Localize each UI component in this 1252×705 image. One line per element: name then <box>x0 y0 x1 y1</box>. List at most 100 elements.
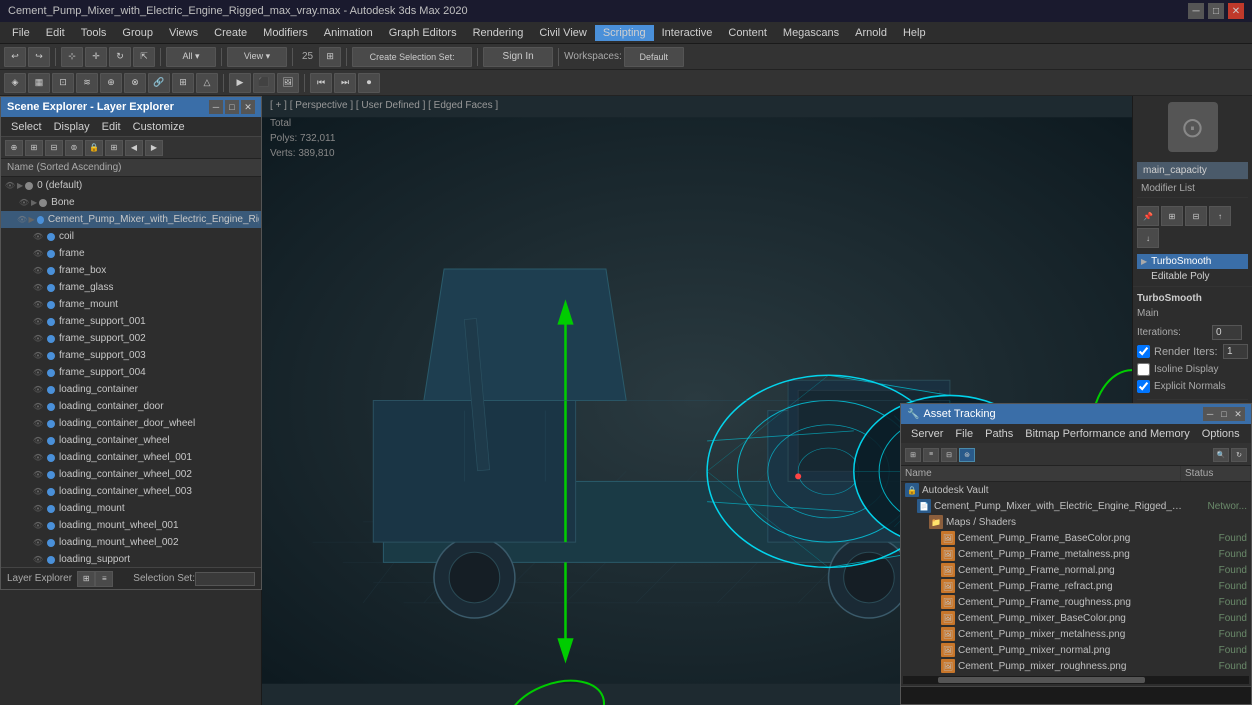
asset-close-btn[interactable]: ✕ <box>1231 407 1245 421</box>
visibility-icon[interactable]: 👁 <box>31 334 45 343</box>
scene-explorer-row[interactable]: 👁▶0 (default) <box>1 177 261 194</box>
visibility-icon[interactable]: 👁 <box>31 470 45 479</box>
tb2-btn8[interactable]: ⊞ <box>172 73 194 93</box>
visibility-icon[interactable]: 👁 <box>17 198 31 207</box>
menu-item-megascans[interactable]: Megascans <box>775 25 847 41</box>
render-iters-checkbox[interactable] <box>1137 345 1150 358</box>
se-menu-display[interactable]: Display <box>48 119 96 135</box>
menu-item-scripting[interactable]: Scripting <box>595 25 654 41</box>
tb2-btn4[interactable]: ≋ <box>76 73 98 93</box>
tb2-btn1[interactable]: ◈ <box>4 73 26 93</box>
asset-menu-server[interactable]: Server <box>905 426 949 442</box>
asset-scrollbar[interactable] <box>903 676 1249 684</box>
asset-row[interactable]: 🖼Cement_Pump_Frame_BaseColor.pngFound <box>901 530 1251 546</box>
tb2-btn7[interactable]: 🔗 <box>148 73 170 93</box>
asset-row[interactable]: 🖼Cement_Pump_mixer_normal.pngFound <box>901 642 1251 658</box>
asset-row[interactable]: 🖼Cement_Pump_mixer_metalness.pngFound <box>901 626 1251 642</box>
close-button[interactable]: ✕ <box>1228 3 1244 19</box>
menu-item-help[interactable]: Help <box>895 25 934 41</box>
maximize-button[interactable]: □ <box>1208 3 1224 19</box>
menu-item-modifiers[interactable]: Modifiers <box>255 25 316 41</box>
asset-row[interactable]: 🖼Cement_Pump_Frame_refract.pngFound <box>901 578 1251 594</box>
visibility-icon[interactable]: 👁 <box>31 487 45 496</box>
se-footer-btn2[interactable]: ≡ <box>95 571 113 587</box>
scene-explorer-row[interactable]: 👁frame_mount <box>1 296 261 313</box>
scene-explorer-row[interactable]: 👁loading_mount_wheel_002 <box>1 534 261 551</box>
tb2-render2[interactable]: ⬛ <box>253 73 275 93</box>
scene-explorer-row[interactable]: 👁▶Cement_Pump_Mixer_with_Electric_Engine… <box>1 211 261 228</box>
modifier-item-editablepoly[interactable]: ▶ Editable Poly <box>1137 269 1248 284</box>
scene-explorer-row[interactable]: 👁▶Bone <box>1 194 261 211</box>
visibility-icon[interactable]: 👁 <box>31 504 45 513</box>
scene-explorer-row[interactable]: 👁coil <box>1 228 261 245</box>
se-menu-select[interactable]: Select <box>5 119 48 135</box>
scene-explorer-row[interactable]: 👁frame_support_001 <box>1 313 261 330</box>
scene-explorer-row[interactable]: 👁frame_glass <box>1 279 261 296</box>
scene-explorer-row[interactable]: 👁frame_box <box>1 262 261 279</box>
visibility-icon[interactable]: 👁 <box>31 368 45 377</box>
visibility-icon[interactable]: 👁 <box>31 555 45 564</box>
visibility-icon[interactable]: 👁 <box>31 351 45 360</box>
menu-item-create[interactable]: Create <box>206 25 255 41</box>
tb2-render1[interactable]: ▶ <box>229 73 251 93</box>
rotate-button[interactable]: ↻ <box>109 47 131 67</box>
visibility-icon[interactable]: 👁 <box>31 453 45 462</box>
asset-row[interactable]: 🖼Cement_Pump_mixer_BaseColor.pngFound <box>901 610 1251 626</box>
visibility-icon[interactable]: 👁 <box>31 538 45 547</box>
tb2-btn3[interactable]: ⊡ <box>52 73 74 93</box>
scene-explorer-row[interactable]: 👁loading_container <box>1 381 261 398</box>
tb2-btn2[interactable]: ▦ <box>28 73 50 93</box>
scene-explorer-row[interactable]: 👁loading_support <box>1 551 261 567</box>
select-button[interactable]: ⊹ <box>61 47 83 67</box>
asset-path-input[interactable] <box>907 691 1245 702</box>
scene-explorer-row[interactable]: 👁loading_container_wheel_002 <box>1 466 261 483</box>
se-tb-more2[interactable]: ▶ <box>145 140 163 156</box>
se-tb-btn1[interactable]: ⊕ <box>5 140 23 156</box>
scene-explorer-row[interactable]: 👁loading_container_wheel <box>1 432 261 449</box>
se-tb-btn3[interactable]: ⊟ <box>45 140 63 156</box>
se-tb-btn2[interactable]: ⊞ <box>25 140 43 156</box>
asset-row[interactable]: 🖼Cement_Pump_Frame_normal.pngFound <box>901 562 1251 578</box>
se-tb-more1[interactable]: ◀ <box>125 140 143 156</box>
asset-row[interactable]: 📄Cement_Pump_Mixer_with_Electric_Engine_… <box>901 498 1251 514</box>
scene-explorer-row[interactable]: 👁frame <box>1 245 261 262</box>
scale-button[interactable]: ⇱ <box>133 47 155 67</box>
asset-menu-paths[interactable]: Paths <box>979 426 1019 442</box>
menu-item-graph-editors[interactable]: Graph Editors <box>381 25 465 41</box>
visibility-icon[interactable]: 👁 <box>31 419 45 428</box>
render-iters-input[interactable] <box>1223 344 1248 359</box>
scene-explorer-row[interactable]: 👁loading_mount <box>1 500 261 517</box>
menu-item-interactive[interactable]: Interactive <box>654 25 721 41</box>
se-footer-btn1[interactable]: ⊞ <box>77 571 95 587</box>
asset-tb-btn1[interactable]: ⊞ <box>905 448 921 462</box>
visibility-icon[interactable]: 👁 <box>31 300 45 309</box>
asset-tb-btn3[interactable]: ⊟ <box>941 448 957 462</box>
scene-explorer-list[interactable]: 👁▶0 (default)👁▶Bone👁▶Cement_Pump_Mixer_w… <box>1 177 261 567</box>
rp-modifier-btn2[interactable]: ⊞ <box>1161 206 1183 226</box>
visibility-icon[interactable]: 👁 <box>31 385 45 394</box>
se-close-btn[interactable]: ✕ <box>241 100 255 114</box>
tb2-btn6[interactable]: ⊗ <box>124 73 146 93</box>
explicit-normals-checkbox[interactable] <box>1137 380 1150 393</box>
se-tb-filter[interactable]: ⊚ <box>65 140 83 156</box>
asset-row[interactable]: 🖼Cement_Pump_Frame_roughness.pngFound <box>901 594 1251 610</box>
menu-item-arnold[interactable]: Arnold <box>847 25 895 41</box>
asset-restore-btn[interactable]: □ <box>1217 407 1231 421</box>
visibility-icon[interactable]: 👁 <box>31 232 45 241</box>
asset-tb-btn2[interactable]: ≡ <box>923 448 939 462</box>
se-tb-lock[interactable]: 🔒 <box>85 140 103 156</box>
visibility-icon[interactable]: 👁 <box>31 283 45 292</box>
asset-row[interactable]: 🖼Cement_Pump_mixer_roughness.pngFound <box>901 658 1251 674</box>
sign-in-button[interactable]: Sign In <box>483 47 553 67</box>
tb2-anim2[interactable]: ⏭ <box>334 73 356 93</box>
se-minimize-btn[interactable]: ─ <box>209 100 223 114</box>
rp-modifier-btn5[interactable]: ↓ <box>1137 228 1159 248</box>
asset-minimize-btn[interactable]: ─ <box>1203 407 1217 421</box>
redo-button[interactable]: ↪ <box>28 47 50 67</box>
visibility-icon[interactable]: 👁 <box>31 521 45 530</box>
asset-tb-search[interactable]: 🔍 <box>1213 448 1229 462</box>
menu-item-content[interactable]: Content <box>720 25 775 41</box>
menu-item-views[interactable]: Views <box>161 25 206 41</box>
asset-row[interactable]: 📁Maps / Shaders <box>901 514 1251 530</box>
se-restore-btn[interactable]: □ <box>225 100 239 114</box>
